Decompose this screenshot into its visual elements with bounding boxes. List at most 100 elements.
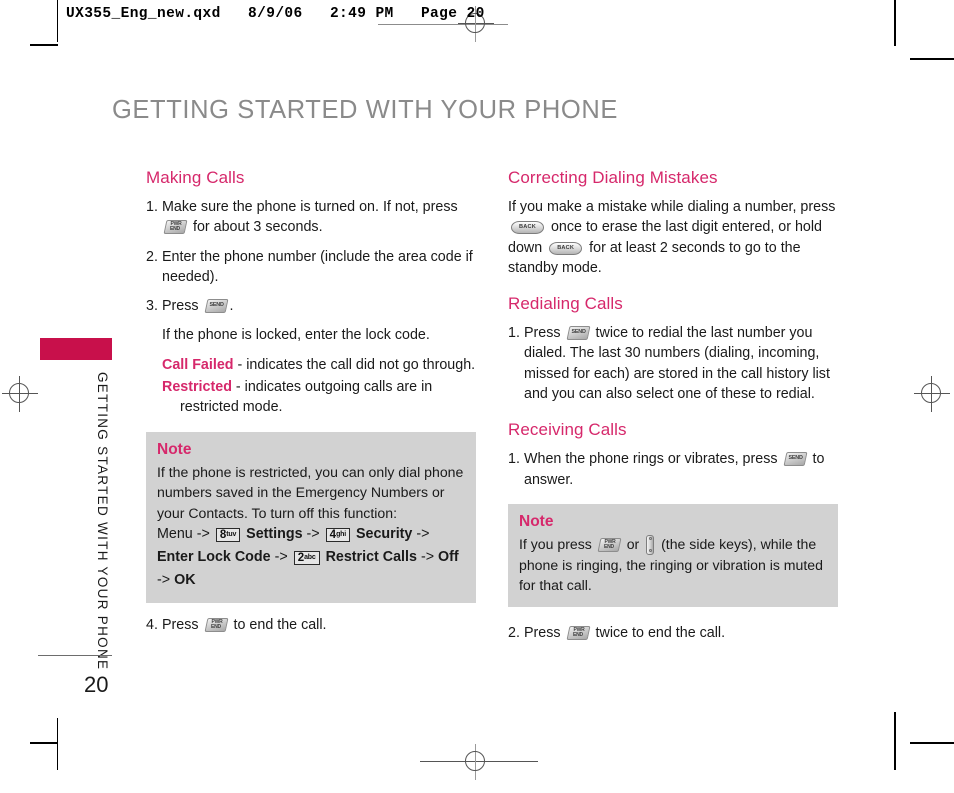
key-2-icon: 2abc (293, 551, 320, 566)
arrow: -> (416, 525, 430, 542)
list-number: 1. (508, 325, 520, 342)
restricted-label: Restricted (162, 379, 232, 396)
correcting-text-a: If you make a mistake while dialing a nu… (508, 199, 836, 215)
list-text: Press SEND twice to redial the last numb… (524, 323, 838, 404)
correcting-body: If you make a mistake while dialing a nu… (508, 197, 838, 278)
heading-redialing-calls: Redialing Calls (508, 294, 623, 314)
security-label: Security (355, 525, 413, 542)
send-key-icon: SEND (204, 299, 229, 314)
key-8-icon: 8tuv (215, 527, 241, 542)
heading-correcting-dialing-mistakes: Correcting Dialing Mistakes (508, 168, 718, 187)
registration-mark-right (914, 376, 950, 412)
key-4-icon: 4ghi (325, 527, 350, 542)
call-failed-label: Call Failed (162, 356, 234, 373)
list-text: Enter the phone number (include the area… (162, 248, 473, 285)
list-text: Make sure the phone is turned on. If not… (162, 197, 476, 238)
end-call-text-b: twice to end the call. (595, 624, 726, 641)
list-number: 2. (508, 624, 520, 641)
crop-line-top-right-vertical (894, 0, 896, 46)
back-key-icon: BACK (511, 221, 544, 235)
heading-receiving-calls: Receiving Calls (508, 420, 627, 440)
side-rule (38, 655, 112, 656)
list-number: 1. (508, 451, 520, 468)
list-number: 1. (146, 199, 158, 215)
right-column: Correcting Dialing Mistakes If you make … (508, 168, 838, 652)
side-tab-marker (40, 338, 112, 360)
note-box-left: Note If the phone is restricted, you can… (146, 431, 476, 604)
locked-note: If the phone is locked, enter the lock c… (162, 327, 430, 344)
step1-text-b: for about 3 seconds. (192, 219, 323, 236)
call-failed-line: Call Failed - indicates the call did not… (146, 355, 476, 375)
menu-label: Menu (157, 525, 193, 542)
list-item: 1. Press SEND twice to redial the last n… (508, 323, 838, 404)
end-call-text-a: Press (524, 624, 561, 641)
arrow: -> (196, 525, 210, 542)
note-body: If the phone is restricted, you can only… (157, 463, 464, 521)
step4-text-b: to end the call. (233, 617, 327, 634)
crop-line-bottom-left-vertical (57, 718, 59, 770)
call-failed-text: - indicates the call did not go through. (237, 356, 476, 373)
step4-text-a: Press (162, 617, 199, 634)
list-item: 2. Enter the phone number (include the a… (146, 247, 476, 288)
end-key-icon: PWR END (597, 537, 622, 552)
arrow: -> (420, 549, 435, 566)
note-box-right: Note If you press PWR END or (the side ke… (508, 503, 838, 607)
arrow: -> (274, 549, 288, 566)
settings-label: Settings (246, 525, 303, 542)
list-item: 3. Press SEND. (146, 296, 476, 316)
page-title: GETTING STARTED WITH YOUR PHONE (112, 96, 618, 124)
bottom-center-rule-right (494, 761, 538, 762)
note-title: Note (157, 440, 192, 458)
list-number: 3. (146, 298, 158, 315)
redial-text-a: Press (524, 325, 561, 342)
note-menu-path: Menu -> 8tuv Settings -> 4ghi Security -… (157, 523, 465, 592)
restricted-line: Restricted - indicates outgoing calls ar… (146, 377, 476, 397)
note-text-a: If you press (519, 535, 592, 552)
list-item: 1. When the phone rings or vibrates, pre… (508, 449, 838, 490)
side-tab-label: GETTING STARTED WITH YOUR PHONE (95, 372, 110, 671)
list-item: 2. Press PWR END twice to end the call. (508, 623, 838, 643)
arrow: -> (306, 525, 320, 542)
page-number: 20 (84, 672, 109, 697)
list-number: 4. (146, 617, 158, 634)
imposition-slug: UX355_Eng_new.qxd 8/9/06 2:49 PM Page 20 (66, 6, 485, 22)
off-label: Off (438, 549, 459, 566)
list-number: 2. (146, 248, 158, 265)
list-text: When the phone rings or vibrates, press … (524, 449, 838, 490)
note-body: If you press PWR END or (the side keys), … (519, 534, 827, 596)
list-item: 4. Press PWR END to end the call. (146, 615, 476, 635)
note-or: or (626, 535, 640, 552)
end-key-icon: PWR END (163, 220, 188, 235)
step1-text-a: Make sure the phone is turned on. If not… (162, 199, 458, 215)
end-key-icon: PWR END (566, 625, 591, 640)
side-key-icon (646, 534, 655, 555)
end-key-icon: PWR END (204, 618, 229, 633)
send-key-icon: SEND (566, 326, 591, 341)
list-text: Press PWR END to end the call. (162, 615, 476, 635)
restricted-text-continued: restricted mode. (180, 399, 283, 416)
registration-mark-left (2, 376, 38, 412)
restrict-calls-label: Restrict Calls (325, 549, 417, 566)
bottom-center-rule-left (420, 761, 460, 762)
receive-text-a: When the phone rings or vibrates, press (524, 451, 778, 468)
restricted-text: - indicates outgoing calls are in (235, 379, 433, 396)
enter-lock-code-label: Enter Lock Code (157, 549, 271, 566)
crop-line-bottom-left-horizontal (30, 742, 58, 744)
step3-text-b: . (229, 298, 234, 315)
crop-line-top-left-vertical (57, 0, 59, 42)
ok-label: OK (174, 572, 196, 589)
crop-line-bottom-right-horizontal (910, 742, 954, 744)
list-item: 1. Make sure the phone is turned on. If … (146, 197, 476, 238)
heading-making-calls: Making Calls (146, 168, 245, 187)
registration-mark-bottom (458, 744, 494, 780)
crop-line-bottom-right-vertical (894, 712, 896, 770)
crop-line-top-left-horizontal (30, 44, 58, 46)
list-text: Press SEND. (162, 296, 476, 316)
arrow: -> (157, 572, 171, 589)
left-column: Making Calls 1. Make sure the phone is t… (146, 168, 476, 645)
send-key-icon: SEND (783, 452, 807, 467)
note-title: Note (519, 512, 554, 530)
back-key-icon: BACK (549, 241, 583, 255)
crop-line-top-right-horizontal (910, 58, 954, 60)
list-text: Press PWR END twice to end the call. (524, 623, 838, 643)
